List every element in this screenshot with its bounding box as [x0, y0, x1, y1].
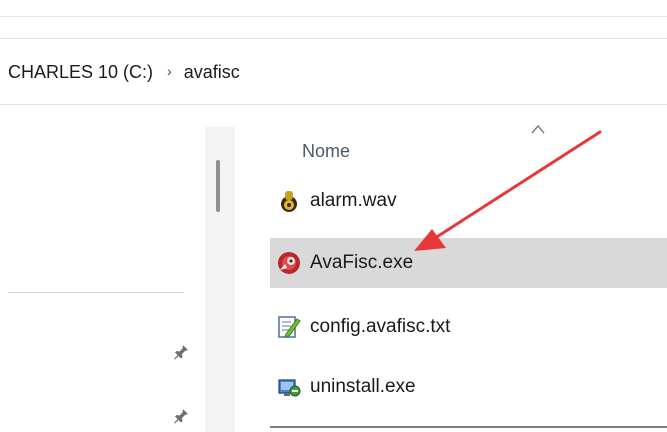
avafisc-app-icon — [278, 252, 300, 274]
pin-icon[interactable] — [171, 342, 191, 362]
uninstaller-icon — [278, 379, 301, 397]
list-bottom-edge — [270, 426, 667, 428]
breadcrumb-drive[interactable]: CHARLES 10 (C:) — [8, 62, 153, 83]
file-row-uninstall-exe[interactable]: uninstall.exe — [270, 362, 667, 412]
file-name: alarm.wav — [310, 190, 397, 211]
file-name: AvaFisc.exe — [310, 252, 414, 273]
chevron-right-icon[interactable]: › — [167, 63, 172, 79]
audio-file-icon — [281, 191, 297, 212]
nav-divider — [8, 292, 184, 293]
file-name: config.avafisc.txt — [310, 316, 451, 337]
nav-scrollbar-thumb[interactable] — [216, 160, 220, 212]
file-row-alarm-wav[interactable]: alarm.wav — [270, 176, 667, 226]
nav-scrollbar-track[interactable] — [205, 127, 235, 432]
breadcrumb-folder[interactable]: avafisc — [184, 62, 240, 83]
breadcrumb: CHARLES 10 (C:) › avafisc — [8, 58, 240, 86]
text-file-icon — [278, 316, 301, 338]
toolbar-divider — [0, 16, 667, 17]
chevron-up-icon[interactable] — [531, 124, 545, 134]
file-row-config-txt[interactable]: config.avafisc.txt — [270, 302, 667, 352]
file-name: uninstall.exe — [310, 376, 416, 397]
file-row-avafisc-exe[interactable]: AvaFisc.exe — [270, 238, 667, 288]
navigation-pane — [0, 105, 205, 432]
pin-icon[interactable] — [171, 406, 191, 426]
column-header-name[interactable]: Nome — [302, 141, 350, 162]
address-bar-top-border — [0, 38, 667, 39]
